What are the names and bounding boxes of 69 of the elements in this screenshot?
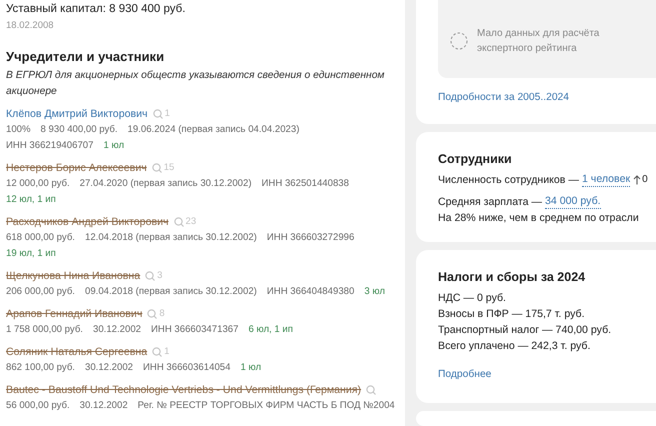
founder-detail: 30.12.2002 (80, 399, 128, 413)
founder-name-link[interactable]: Расходчиков Андрей Викторович (6, 214, 169, 230)
search-icon (147, 309, 158, 319)
search-icon (152, 347, 162, 357)
capital-date: 18.02.2008 (6, 19, 55, 33)
founder-detail: 100% (6, 123, 31, 137)
dashed-circle-icon (450, 32, 468, 50)
search-count: 8 (159, 307, 165, 321)
arrow-up-icon (633, 175, 642, 185)
salary-link[interactable]: 34 000 руб. (545, 195, 601, 209)
section-title: Учредители и участники (6, 48, 166, 66)
tax-line: Всего уплачено — 242,3 т. руб. (438, 339, 592, 354)
headcount-label: Численность сотрудников — (438, 173, 579, 188)
founder-detail: 12 000,00 руб. (6, 177, 70, 191)
details-link[interactable]: Подробности за 2005..2024 (438, 90, 656, 106)
headcount-change: 0 (642, 173, 648, 187)
founder-detail: ИНН 366603614054 (143, 361, 230, 375)
founder-detail: ИНН 366603272996 (266, 231, 354, 245)
founder-detail: 30.12.2002 (84, 361, 133, 375)
companies-link[interactable]: 1 юл (240, 360, 262, 376)
founder-detail: 56 000,00 руб. (6, 399, 70, 413)
capital-text: Уставный капитал: 8 930 400 руб. (6, 2, 186, 17)
founder-detail: 27.04.2020 (первая запись 30.12.2002) (80, 177, 252, 191)
founder-detail: 09.04.2018 (первая запись 30.12.2002) (84, 285, 257, 299)
founder-detail: ИНН 366603471367 (151, 323, 238, 337)
card-title: Налоги и сборы за 2024 (438, 269, 586, 286)
founder-detail: 12.04.2018 (первая запись 30.12.2002) (84, 231, 257, 245)
tax-line: Транспортный налог — 740,00 руб. (438, 323, 612, 338)
tax-line: НДС — 0 руб. (438, 291, 507, 306)
founder-detail: 8 930 400,00 руб. (40, 123, 118, 137)
search-icon (152, 109, 163, 119)
more-link[interactable]: Подробнее (438, 367, 656, 383)
headcount-link[interactable]: 1 человек (582, 173, 630, 187)
companies-link[interactable]: 12 юл, 1 ип (6, 192, 56, 208)
search-icon (366, 385, 376, 395)
search-count: 15 (164, 161, 174, 175)
founder-detail: 618 000,00 руб. (6, 231, 75, 245)
section-note: В ЕГРЮЛ для акционерных обществ указываются сведения о единственном акционере (6, 69, 386, 99)
founder-detail: 206 000,00 руб. (6, 285, 75, 299)
search-count: 1 (164, 107, 170, 121)
search-icon (152, 163, 162, 173)
founder-name-link[interactable]: Нестеров Борис Алексеевич (6, 160, 147, 176)
salary-label: Средняя зарплата — (438, 195, 542, 210)
founder-detail: Рег. № РЕЕСТР ТОРГОВЫХ ФИРМ ЧАСТЬ Б ПОД №2004 (138, 399, 395, 413)
card-title: Сотрудники (438, 151, 513, 168)
search-count: 1 (164, 345, 170, 359)
founder-detail: ИНН 362501440838 (262, 177, 349, 191)
founder-name-link[interactable]: Арапов Геннадий Иванович (6, 306, 142, 322)
founder-detail: ИНН 366404849380 (266, 285, 354, 299)
founder-name-link[interactable]: Щелкунова Нина Ивановна (6, 268, 140, 284)
founder-detail: ИНН 366219406707 (6, 139, 94, 153)
founder-detail: 1 758 000,00 руб. (6, 323, 83, 337)
founder-name-link[interactable]: Клёпов Дмитрий Викторович (6, 106, 148, 122)
tax-line: Взносы в ПФР — 175,7 т. руб. (438, 307, 586, 322)
companies-link[interactable]: 19 юл, 1 ип (6, 246, 56, 262)
salary-note: На 28% ниже, чем в среднем по отрасли (438, 211, 640, 226)
founder-name-link[interactable]: Bautec - Baustoff Und Technologie Vertriebs - Und Vermittlungs (Германия) (6, 382, 362, 398)
founder-detail: 30.12.2002 (92, 323, 141, 337)
companies-link[interactable]: 3 юл (364, 284, 385, 300)
rating-message: Мало данных для расчёта экспертного рейтинга (477, 27, 600, 56)
search-icon (145, 271, 156, 281)
founder-name-link[interactable]: Соляник Наталья Сергеевна (6, 344, 148, 360)
founder-detail: 19.06.2024 (первая запись 04.04.2023) (128, 123, 300, 137)
companies-link[interactable]: 6 юл, 1 ип (248, 322, 293, 338)
companies-link[interactable]: 1 юл (103, 138, 124, 154)
search-count: 23 (186, 215, 196, 229)
search-count: 3 (157, 269, 162, 283)
search-icon (174, 217, 184, 227)
founder-detail: 862 100,00 руб. (6, 361, 75, 375)
